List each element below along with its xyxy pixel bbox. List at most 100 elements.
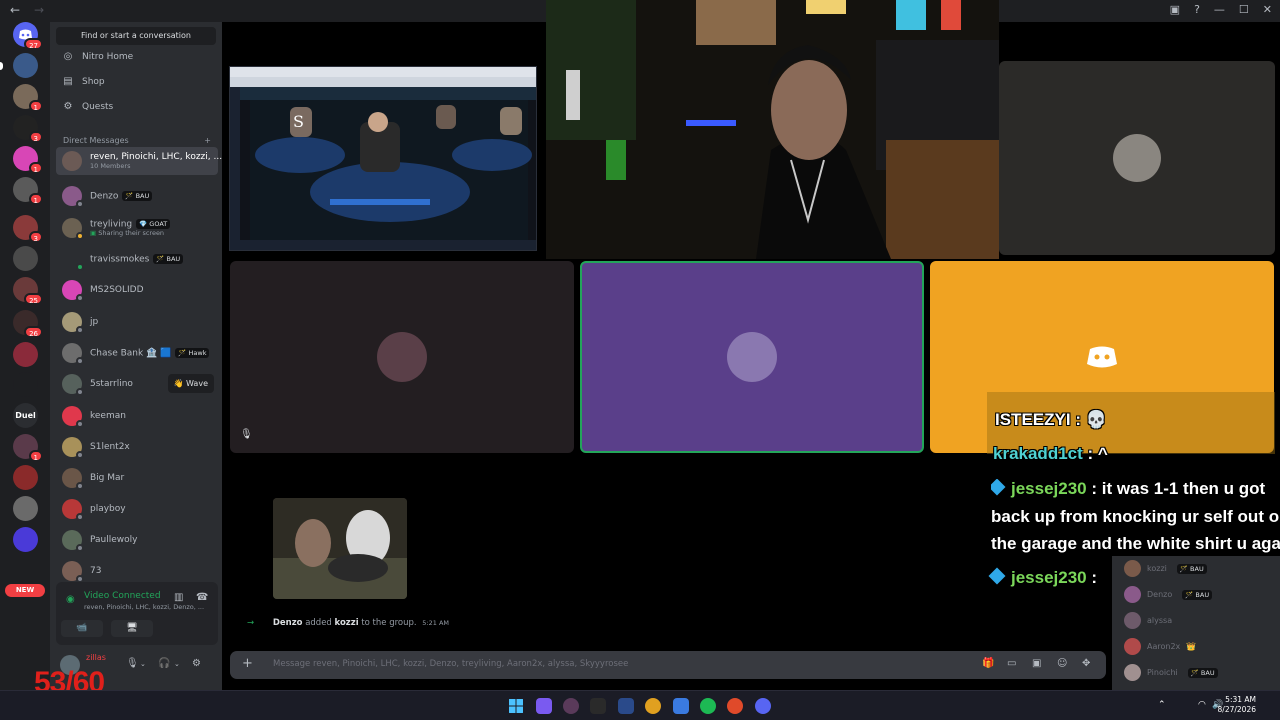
dm-name: MS2SOLIDD [90, 285, 144, 295]
network-app-icon[interactable] [618, 698, 634, 714]
tray-overflow-icon[interactable]: ⌃ [1158, 700, 1166, 710]
maximize-button[interactable]: ☐ [1239, 3, 1249, 16]
message-input[interactable]: Message reven, Pinoichi, LHC, kozzi, Den… [273, 659, 628, 669]
chevron-down-icon[interactable]: ⌄ [174, 660, 180, 668]
system-actor[interactable]: Denzo [273, 618, 303, 628]
chrome-icon[interactable] [727, 698, 743, 714]
dm-item-travissmokes[interactable]: travissmokes 🪄 BAU [56, 245, 218, 273]
ghub-icon[interactable] [590, 698, 606, 714]
wifi-icon[interactable]: ◠ [1198, 700, 1206, 710]
server-icon[interactable]: 1 [13, 434, 43, 462]
camera-button[interactable]: 📹 [61, 620, 103, 637]
dm-item-s1lent2x[interactable]: S1lent2x [56, 433, 218, 461]
system-clock[interactable]: 5:31 AM 8/27/2026 [1218, 695, 1256, 715]
participant-avatar [727, 332, 777, 382]
sticker-icon[interactable]: ▣ [1032, 658, 1041, 669]
shop-icon: ▤ [63, 76, 73, 87]
member-list: kozzi 🪄 BAU Denzo 🪄 BAU alyssa Aaron2x 👑 Pi… [1112, 556, 1280, 690]
server-icon[interactable] [13, 465, 38, 490]
help-icon[interactable]: ? [1194, 3, 1200, 16]
gif-icon[interactable]: ▭ [1007, 658, 1016, 669]
nav-nitro-home[interactable]: ◎ Nitro Home [62, 51, 134, 63]
back-arrow-icon[interactable]: ← [10, 3, 20, 17]
server-icon[interactable]: 3 [13, 215, 43, 243]
dm-item-jp[interactable]: jp [56, 308, 218, 336]
dm-item-group[interactable]: reven, Pinoichi, LHC, kozzi, ... 10 Membe… [56, 147, 222, 175]
obs-icon[interactable] [563, 698, 579, 714]
nav-shop[interactable]: ▤ Shop [62, 76, 104, 88]
gift-icon[interactable]: 🎁 [982, 658, 994, 669]
username[interactable]: zillas [86, 653, 106, 662]
screen-share-button[interactable]: 🖥 [111, 620, 153, 637]
server-icon[interactable]: 25 [13, 277, 43, 305]
server-icon[interactable] [13, 372, 38, 397]
server-icon[interactable] [13, 342, 38, 367]
chat-message: ^ [1097, 444, 1108, 463]
signal-icon[interactable]: ◉ [66, 594, 75, 605]
stream-chat-line: jessej230 : it was 1-1 then u got [991, 479, 1280, 499]
voice-status[interactable]: Video Connected [84, 591, 161, 601]
participant-tile[interactable] [999, 61, 1275, 255]
dm-item-keeman[interactable]: keeman [56, 402, 218, 430]
image-attachment[interactable] [273, 498, 407, 599]
server-icon[interactable] [13, 527, 38, 552]
windows-start-icon[interactable] [508, 698, 524, 714]
dm-item-big-mar[interactable]: Big Mar [56, 464, 218, 492]
app-grid-icon[interactable] [536, 698, 552, 714]
server-icon[interactable]: 26 [13, 310, 43, 338]
server-icon[interactable]: 1 [13, 146, 43, 174]
avatar [1124, 612, 1141, 629]
message-composer[interactable]: + Message reven, Pinoichi, LHC, kozzi, D… [230, 651, 1106, 679]
nav-quests[interactable]: ⚙ Quests [62, 101, 114, 113]
member-item[interactable]: Denzo 🪄 BAU [1124, 586, 1213, 603]
participant-tile[interactable]: 🎙 [230, 261, 574, 453]
dm-item-playboy[interactable]: playboy [56, 495, 218, 523]
disconnect-icon[interactable]: ☎ [196, 592, 208, 603]
shared-screen-preview: S [230, 67, 536, 250]
webcam-tile[interactable] [546, 0, 999, 259]
spotify-icon[interactable] [700, 698, 716, 714]
member-item[interactable]: alyssa [1124, 612, 1172, 629]
nitro-icon: ◎ [63, 51, 73, 62]
screen-share-tile[interactable]: S [229, 66, 537, 251]
dm-item-paullewoly[interactable]: Paullewoly [56, 526, 218, 554]
wave-button[interactable]: 👋 Wave [167, 374, 214, 393]
duel-server-icon[interactable]: Duel [13, 403, 38, 428]
participant-tile-speaking[interactable] [580, 261, 924, 453]
home-button[interactable]: 27 [13, 22, 43, 50]
server-icon[interactable] [13, 246, 38, 271]
minimize-button[interactable]: — [1214, 3, 1225, 16]
chevron-down-icon[interactable]: ⌄ [140, 660, 146, 668]
create-dm-button[interactable]: + [204, 136, 211, 145]
server-icon[interactable]: 1 [13, 84, 43, 112]
noise-suppression-icon[interactable]: ▥ [174, 592, 183, 603]
server-icon[interactable]: 1 [13, 177, 43, 205]
add-attachment-icon[interactable]: + [242, 656, 253, 671]
server-icon[interactable] [13, 496, 38, 521]
search-input[interactable]: Find or start a conversation [56, 27, 216, 45]
dm-item-denzo[interactable]: Denzo 🪄 BAU [56, 182, 218, 210]
vscode-icon[interactable] [673, 698, 689, 714]
apps-icon[interactable]: ✥ [1082, 658, 1090, 669]
microphone-icon[interactable]: 🎙 [126, 658, 139, 669]
chrome-icon[interactable] [645, 698, 661, 714]
server-icon[interactable] [13, 53, 38, 78]
discord-taskbar-icon[interactable] [755, 698, 771, 714]
dm-item-73[interactable]: 73 [56, 557, 218, 585]
chat-separator: : [1091, 568, 1098, 587]
forward-arrow-icon[interactable]: → [34, 3, 44, 17]
dm-item-ms2solidd[interactable]: MS2SOLIDD [56, 276, 218, 304]
headphones-icon[interactable]: 🎧 [158, 658, 170, 669]
member-item[interactable]: Pinoichi 🪄 BAU [1124, 664, 1218, 681]
server-icon[interactable]: 3 [13, 115, 43, 143]
settings-gear-icon[interactable]: ⚙ [192, 658, 201, 669]
dm-item-chase-bank[interactable]: Chase Bank 🏦 🟦 🪄 Hawk [56, 339, 218, 367]
close-button[interactable]: ✕ [1263, 3, 1272, 16]
dm-item-treyliving[interactable]: treyliving 💎 GOAT ▣ Sharing their screen [56, 214, 218, 242]
member-item[interactable]: kozzi 🪄 BAU [1124, 560, 1207, 577]
inbox-icon[interactable]: ▣ [1170, 3, 1180, 16]
member-item[interactable]: Aaron2x 👑 [1124, 638, 1196, 655]
emoji-icon[interactable]: ☺ [1057, 658, 1067, 669]
system-target[interactable]: kozzi [335, 618, 359, 628]
dm-item-5starrlino[interactable]: 5starrlino 👋 Wave [56, 370, 218, 398]
